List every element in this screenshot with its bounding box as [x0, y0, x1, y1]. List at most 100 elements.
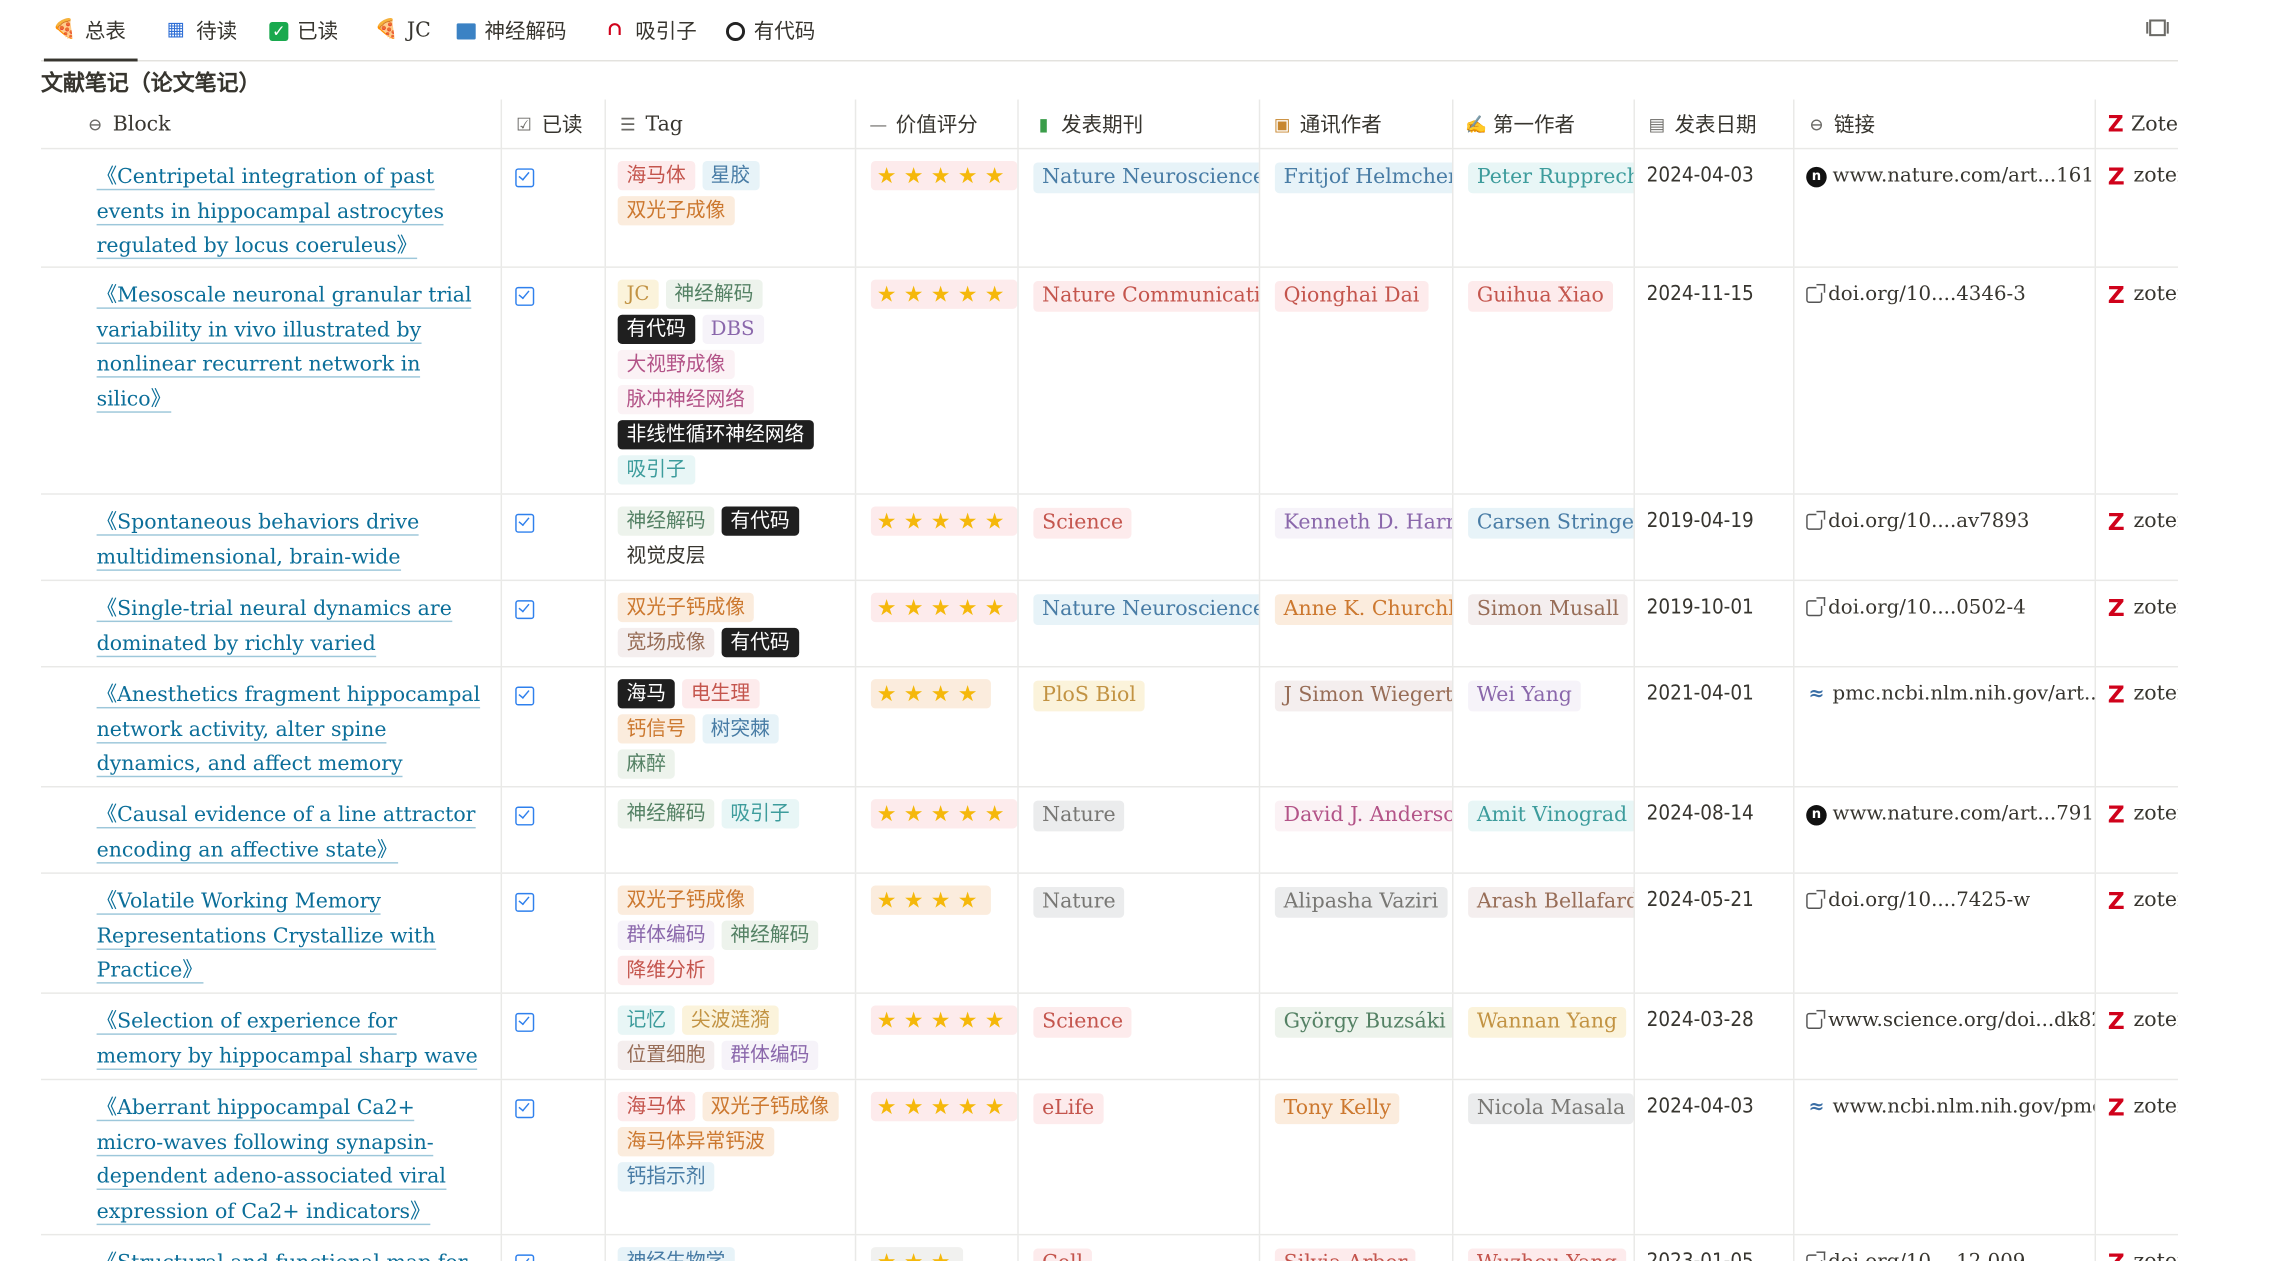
- paper-title-link[interactable]: 《Selection of experience for memory by h…: [53, 1006, 489, 1079]
- zotero-link[interactable]: Zzoter: [2108, 506, 2178, 537]
- zotero-link[interactable]: Zzoter: [2108, 280, 2178, 311]
- read-checkbox[interactable]: [515, 600, 535, 620]
- paper-title-link[interactable]: 《Volatile Working Memory Representations…: [53, 886, 489, 989]
- publish-date: 2024-05-21: [1646, 888, 1754, 912]
- paper-url-link[interactable]: nwww.nature.com/art...7915-x: [1806, 799, 2095, 830]
- column-header-date[interactable]: ▤ 发表日期: [1633, 99, 1793, 150]
- corresponding-author-badge: Qionghai Dai: [1274, 281, 1429, 312]
- column-header-read[interactable]: ☑ 已读: [500, 99, 605, 150]
- paper-title-link[interactable]: 《Mesoscale neuronal granular trial varia…: [53, 280, 489, 418]
- tab-label: 已读: [297, 20, 339, 44]
- layout-toggle-icon[interactable]: [2146, 16, 2169, 37]
- star-icon: ★: [903, 1093, 924, 1120]
- paper-url-link[interactable]: ≈ www.ncbi.nlm.nih.gov/pmc...: [1806, 1092, 2094, 1123]
- zotero-link[interactable]: Zzoter: [2108, 161, 2178, 192]
- read-checkbox[interactable]: [515, 806, 535, 826]
- paper-url-link[interactable]: doi.org/10....4346-3: [1806, 280, 2083, 311]
- column-header-link[interactable]: ⊖ 链接: [1793, 99, 2095, 150]
- paper-title-link[interactable]: 《Centripetal integration of past events …: [53, 161, 489, 264]
- read-checkbox[interactable]: [515, 1012, 535, 1032]
- tab-all[interactable]: 🍕 总表: [43, 15, 138, 62]
- paper-title-text: 《Anesthetics fragment hippocampal networ…: [96, 683, 481, 787]
- zotero-icon: Z: [2107, 594, 2125, 623]
- zotero-link[interactable]: Zzoter: [2108, 886, 2178, 917]
- checkbox-icon: ☑: [516, 114, 532, 135]
- cell-zotero: Zzoter: [2094, 667, 2178, 787]
- read-checkbox[interactable]: [515, 1254, 535, 1261]
- zotero-link[interactable]: Zzoter: [2108, 1092, 2178, 1123]
- cell-tag: 神经生物学: [604, 1235, 855, 1261]
- paper-title-link[interactable]: 《Aberrant hippocampal Ca2+ micro-waves f…: [53, 1092, 489, 1230]
- column-header-zotero[interactable]: Z Zote: [2094, 99, 2178, 150]
- read-checkbox[interactable]: [515, 513, 535, 533]
- read-checkbox[interactable]: [515, 168, 535, 188]
- paper-title-link[interactable]: 《Structural and functional map for: [53, 1247, 489, 1261]
- cell-date: 2024-04-03: [1633, 149, 1793, 267]
- tab-attractor[interactable]: ∩ 吸引子: [603, 15, 697, 47]
- zotero-link[interactable]: Zzoter: [2108, 1006, 2178, 1037]
- rating-stars: ★ ★ ★ ★ ★: [870, 799, 1018, 829]
- corresponding-author-badge: Kenneth D. Harris: [1274, 507, 1452, 539]
- tab-read[interactable]: ✓ 已读: [269, 15, 338, 47]
- paper-url-link[interactable]: ≈ pmc.ncbi.nlm.nih.gov/art...se: [1806, 679, 2094, 710]
- tag-list: 记忆 尖波涟漪 位置细胞 群体编码: [617, 1005, 840, 1070]
- table-row: 《Spontaneous behaviors drive multidimens…: [40, 494, 2178, 582]
- zotero-link[interactable]: Zzoter: [2108, 799, 2178, 830]
- zotero-text: zoter: [2134, 1247, 2178, 1261]
- publish-date: 2024-03-28: [1646, 1008, 1754, 1032]
- cell-read: [500, 667, 605, 787]
- read-checkbox[interactable]: [515, 892, 535, 912]
- paper-url-link[interactable]: doi.org/10....av7893: [1806, 506, 2083, 537]
- paper-url-link[interactable]: nwww.nature.com/art...1612-8: [1806, 161, 2095, 192]
- rating-stars: ★ ★ ★ ★: [870, 885, 991, 915]
- tab-jc[interactable]: 🍕 JC: [375, 15, 431, 47]
- cell-block: 《Causal evidence of a line attractor enc…: [41, 787, 501, 872]
- star-icon: ★: [957, 680, 978, 707]
- paper-title-link[interactable]: 《Anesthetics fragment hippocampal networ…: [53, 679, 489, 787]
- column-header-rating[interactable]: — 价值评分: [854, 99, 1017, 150]
- zotero-link[interactable]: Zzoter: [2108, 1247, 2178, 1261]
- cell-date: 2019-04-19: [1633, 494, 1793, 580]
- zotero-text: zoter: [2133, 1094, 2178, 1119]
- paper-url-link[interactable]: www.science.org/doi...dk826: [1806, 1006, 2095, 1037]
- star-icon: ★: [930, 680, 951, 707]
- tab-has-code[interactable]: 有代码: [725, 15, 815, 47]
- zotero-text: zoter: [2133, 282, 2178, 306]
- column-header-corresponding-author[interactable]: ▣ 通讯作者: [1258, 99, 1452, 150]
- rating-stars: ★ ★ ★ ★ ★: [870, 592, 1018, 623]
- paper-title-link[interactable]: 《Spontaneous behaviors drive multidimens…: [53, 506, 489, 580]
- paper-title-text: 《Selection of experience for memory by h…: [96, 1009, 478, 1079]
- cell-corresponding-author: Kenneth D. Harris: [1258, 494, 1452, 580]
- zotero-text: zoter: [2133, 802, 2178, 826]
- star-icon: ★: [877, 1247, 897, 1261]
- tag-chip: 树突棘: [701, 714, 779, 744]
- cell-zotero: Zzoter: [2094, 787, 2178, 873]
- read-checkbox[interactable]: [515, 1099, 535, 1119]
- tab-label: 总表: [84, 20, 126, 44]
- star-icon: ★: [984, 162, 1005, 189]
- paper-url-link[interactable]: doi.org/10....0502-4: [1806, 593, 2083, 624]
- zotero-link[interactable]: Zzoter: [2107, 593, 2178, 624]
- star-icon: ★: [930, 1007, 951, 1034]
- star-icon: ★: [903, 281, 924, 308]
- star-icon: ★: [930, 507, 951, 535]
- paper-url-link[interactable]: doi.org/10....7425-w: [1806, 886, 2083, 917]
- column-header-block[interactable]: ⊖ Block: [41, 100, 501, 150]
- star-icon: ★: [876, 800, 897, 827]
- tag-chip: 吸引子: [617, 455, 695, 485]
- cell-rating: ★ ★ ★ ★ ★: [854, 993, 1018, 1079]
- zotero-text: zoter: [2133, 509, 2178, 533]
- cell-corresponding-author: Alipasha Vaziri: [1258, 873, 1452, 993]
- tab-to-read[interactable]: ▦ 待读: [164, 15, 237, 47]
- column-header-tag[interactable]: ☰ Tag: [604, 99, 855, 150]
- database-title[interactable]: 文献笔记（论文笔记）: [41, 67, 261, 98]
- corresponding-author-badge: Alipasha Vaziri: [1274, 887, 1447, 918]
- paper-url-link[interactable]: doi.org/10....12.009: [1806, 1247, 2083, 1261]
- read-checkbox[interactable]: [515, 686, 535, 706]
- tab-neural-decoding[interactable]: 神经解码: [456, 15, 566, 47]
- paper-title-link[interactable]: 《Single-trial neural dynamics are domina…: [53, 593, 489, 666]
- paper-title-link[interactable]: 《Causal evidence of a line attractor enc…: [53, 799, 489, 868]
- column-header-journal[interactable]: ▮ 发表期刊: [1017, 99, 1259, 150]
- read-checkbox[interactable]: [515, 286, 535, 306]
- zotero-link[interactable]: Zzoter: [2108, 679, 2178, 710]
